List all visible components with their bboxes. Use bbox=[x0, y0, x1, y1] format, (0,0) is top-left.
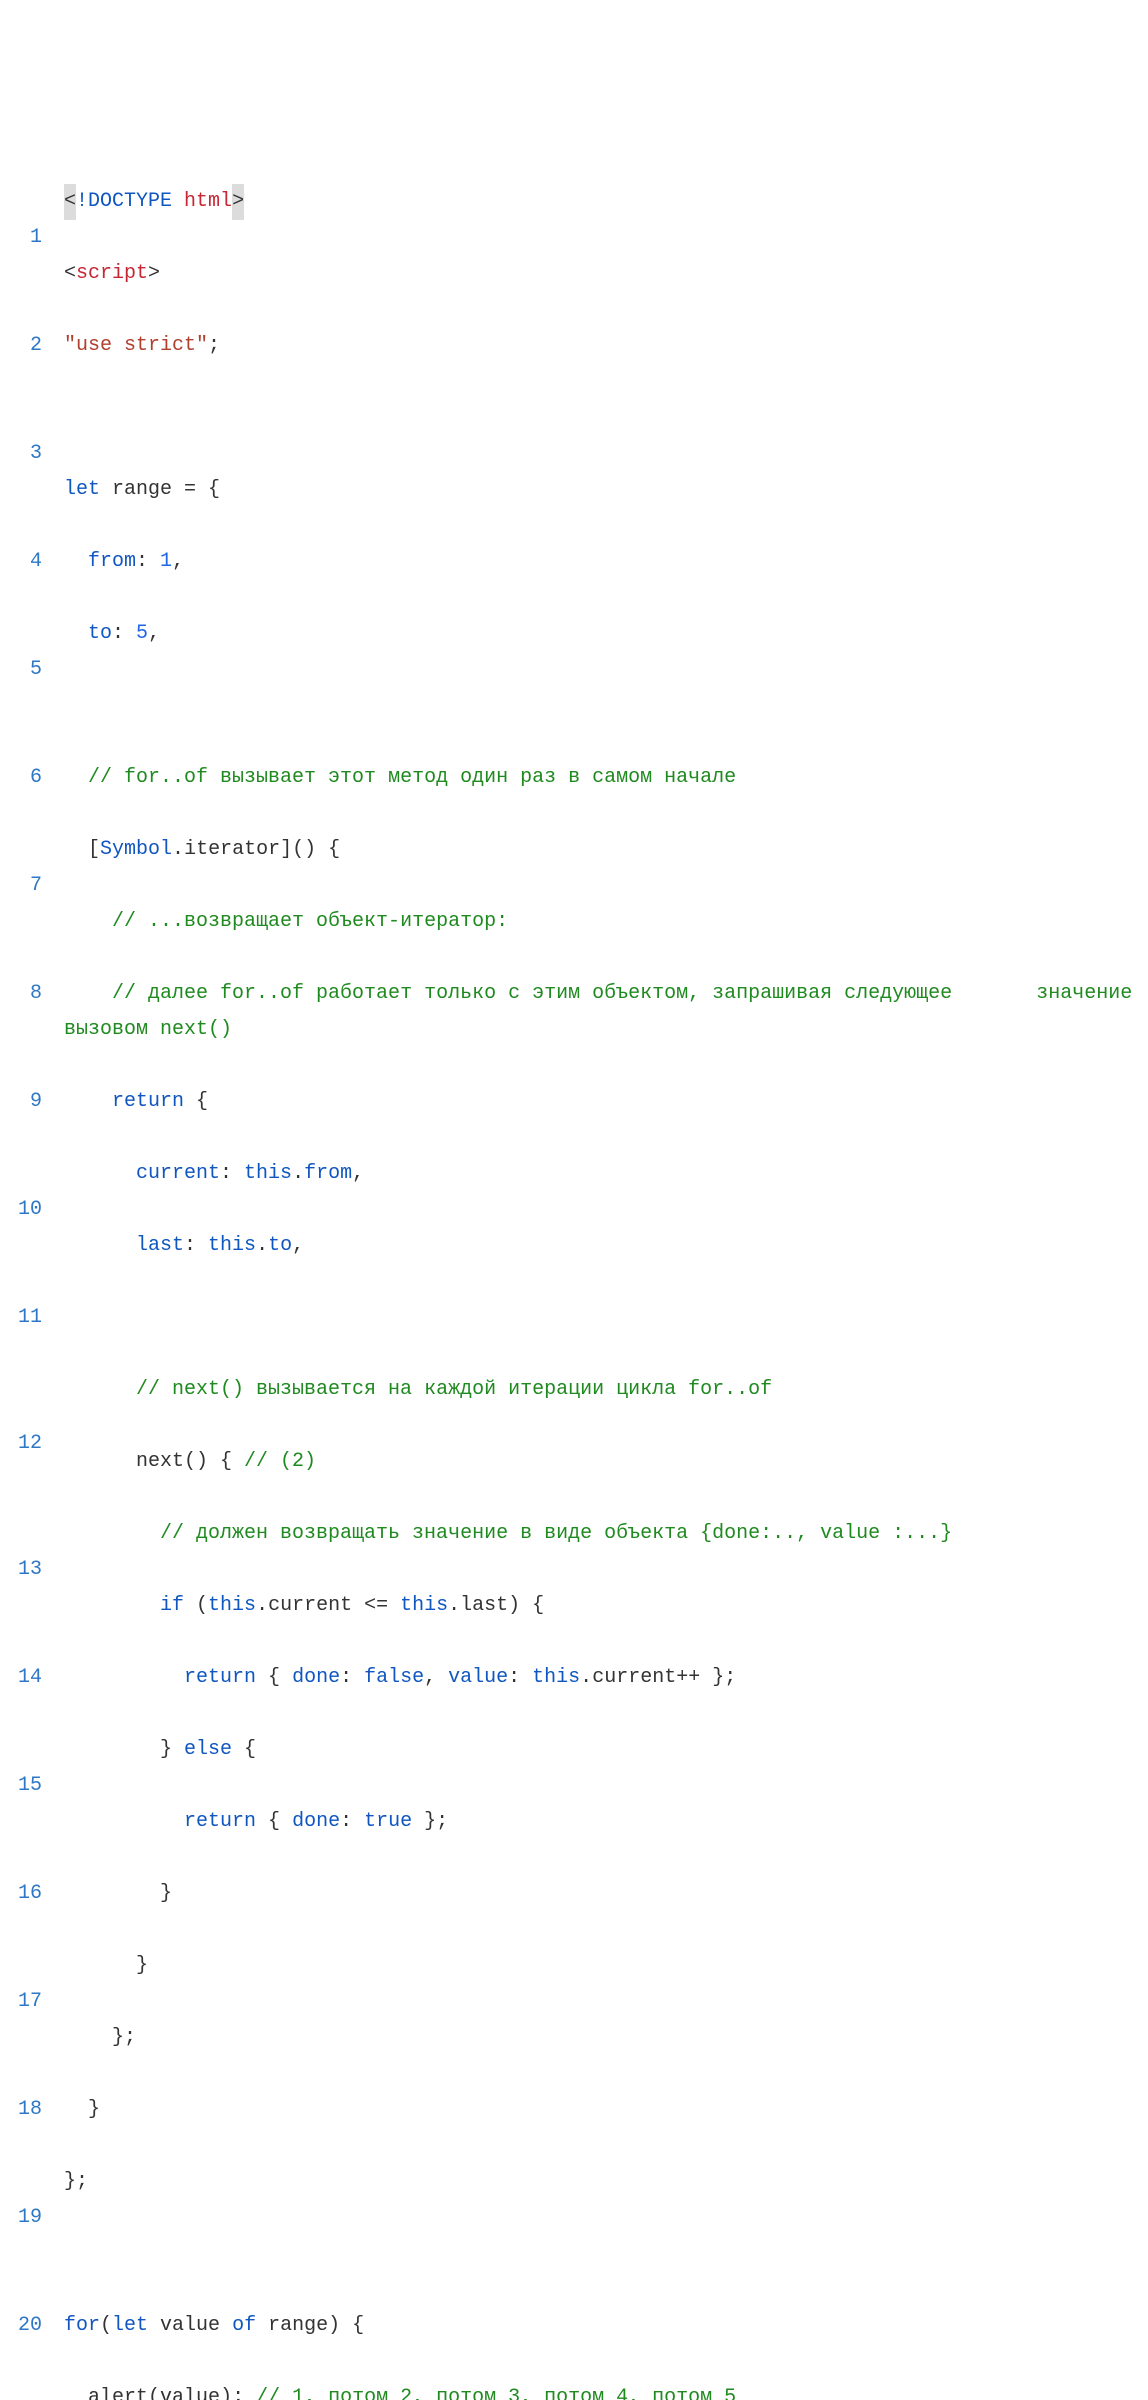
line-number: 15 bbox=[0, 1768, 42, 1804]
line-number: 4 bbox=[0, 544, 42, 580]
line-number: 5 bbox=[0, 652, 42, 688]
code-content[interactable]: <!DOCTYPE html> <script> "use strict"; l… bbox=[60, 148, 1148, 2400]
line-number-gutter: 1 2 3 4 5 6 7 8 9 10 11 12 13 14 15 16 1… bbox=[0, 148, 60, 2400]
code-line[interactable]: // for..of вызывает этот метод один раз … bbox=[64, 760, 1148, 796]
code-line[interactable]: // next() вызывается на каждой итерации … bbox=[64, 1372, 1148, 1408]
code-line[interactable]: } else { bbox=[64, 1732, 1148, 1768]
line-number: 1 bbox=[0, 220, 42, 256]
line-number: 2 bbox=[0, 328, 42, 364]
code-line[interactable]: <script> bbox=[64, 256, 1148, 292]
code-line[interactable]: }; bbox=[64, 2164, 1148, 2200]
code-line[interactable]: } bbox=[64, 1876, 1148, 1912]
code-line[interactable]: current: this.from, bbox=[64, 1156, 1148, 1192]
code-line[interactable]: }; bbox=[64, 2020, 1148, 2056]
code-line[interactable]: if (this.current <= this.last) { bbox=[64, 1588, 1148, 1624]
line-number: 12 bbox=[0, 1408, 42, 1480]
line-number: 11 bbox=[0, 1300, 42, 1336]
code-line[interactable]: "use strict"; bbox=[64, 328, 1148, 364]
code-line[interactable] bbox=[64, 688, 1148, 724]
code-line[interactable] bbox=[64, 400, 1148, 436]
code-editor[interactable]: 1 2 3 4 5 6 7 8 9 10 11 12 13 14 15 16 1… bbox=[0, 144, 1148, 2400]
line-number: 18 bbox=[0, 2092, 42, 2128]
line-number: 6 bbox=[0, 760, 42, 796]
code-line[interactable]: to: 5, bbox=[64, 616, 1148, 652]
code-line[interactable]: return { bbox=[64, 1084, 1148, 1120]
code-line[interactable]: next() { // (2) bbox=[64, 1444, 1148, 1480]
code-line[interactable]: alert(value); // 1, потом 2, потом 3, по… bbox=[64, 2380, 1148, 2400]
line-number: 19 bbox=[0, 2200, 42, 2236]
line-number: 7 bbox=[0, 868, 42, 904]
code-line[interactable]: // далее for..of работает только с этим … bbox=[64, 976, 1148, 1048]
code-line[interactable]: // ...возвращает объект-итератор: bbox=[64, 904, 1148, 940]
line-number: 3 bbox=[0, 436, 42, 472]
code-line[interactable]: from: 1, bbox=[64, 544, 1148, 580]
code-line[interactable]: // должен возвращать значение в виде объ… bbox=[64, 1516, 1148, 1552]
line-number: 13 bbox=[0, 1552, 42, 1588]
line-number: 14 bbox=[0, 1660, 42, 1696]
code-line[interactable]: for(let value of range) { bbox=[64, 2308, 1148, 2344]
cursor-right: > bbox=[232, 184, 244, 220]
code-line[interactable]: return { done: true }; bbox=[64, 1804, 1148, 1840]
line-number: 16 bbox=[0, 1876, 42, 1912]
code-line[interactable]: <!DOCTYPE html> bbox=[64, 184, 1148, 220]
line-number: 10 bbox=[0, 1192, 42, 1228]
code-line[interactable]: last: this.to, bbox=[64, 1228, 1148, 1264]
code-line[interactable]: let range = { bbox=[64, 472, 1148, 508]
line-number: 17 bbox=[0, 1984, 42, 2020]
code-line[interactable] bbox=[64, 1300, 1148, 1336]
code-line[interactable]: } bbox=[64, 1948, 1148, 1984]
line-number: 9 bbox=[0, 1084, 42, 1120]
code-line[interactable]: return { done: false, value: this.curren… bbox=[64, 1660, 1148, 1696]
line-number: 20 bbox=[0, 2308, 42, 2344]
code-line[interactable]: } bbox=[64, 2092, 1148, 2128]
code-line[interactable] bbox=[64, 2236, 1148, 2272]
code-line[interactable]: [Symbol.iterator]() { bbox=[64, 832, 1148, 868]
line-number: 8 bbox=[0, 976, 42, 1012]
cursor-left: < bbox=[64, 184, 76, 220]
